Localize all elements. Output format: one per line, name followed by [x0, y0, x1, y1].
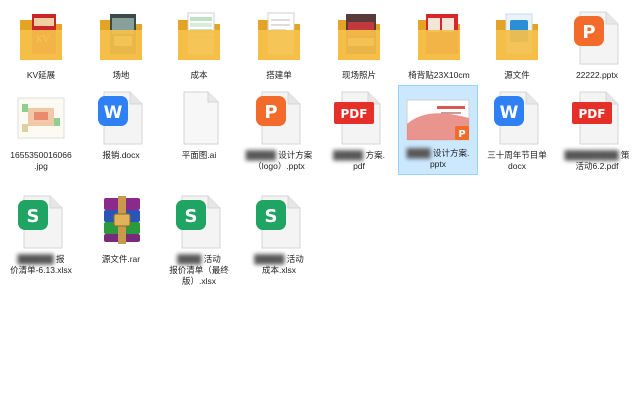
file-label: 现场照片 [341, 70, 376, 80]
svg-text:S: S [185, 206, 198, 227]
file-item-22222-pptx[interactable]: P 22222.pptx [558, 8, 636, 81]
wps-writer-icon: W [490, 88, 544, 148]
folder-icon [94, 8, 148, 68]
file-label: 椅背贴23X10cm [408, 70, 470, 80]
file-item-source-folder[interactable]: 源文件 [478, 8, 556, 81]
file-item-jpg[interactable]: 1655350016066 .jpg [2, 88, 80, 172]
wps-spreadsheet-icon: S [252, 192, 306, 252]
file-label: █████ 方案. pdf [333, 150, 385, 171]
file-item-activity-pdf[interactable]: PDF █████████ 策 活动6.2.pdf [558, 88, 636, 172]
file-label: ████ 设计方案. pptx [406, 148, 470, 169]
svg-text:P: P [458, 129, 465, 140]
file-label: 报销.docx [102, 150, 140, 160]
file-item-venue-folder[interactable]: 场地 [82, 8, 160, 81]
obscured-text: ████ [177, 254, 202, 264]
file-item-quote-xlsx[interactable]: S ██████ 报 价清单-6.13.xlsx [2, 192, 80, 276]
file-label: 22222.pptx [575, 70, 619, 80]
file-label: █████████ 策 活动6.2.pdf [564, 150, 630, 171]
file-item-logo-pptx[interactable]: P █████ 设计方案 （logo）.pptx [240, 88, 318, 172]
file-item-final-quote-xlsx[interactable]: S ████ 活动 报价清单（最终 版）.xlsx [160, 192, 238, 287]
folder-icon [490, 8, 544, 68]
obscured-text: █████ [333, 150, 364, 160]
pdf-icon: PDF [570, 88, 624, 148]
file-label: 源文件.rar [101, 254, 141, 264]
file-label: ██████ 报 价清单-6.13.xlsx [10, 254, 72, 275]
presentation-thumbnail-icon: P [403, 86, 473, 146]
file-label: KV延展 [26, 70, 56, 80]
wps-spreadsheet-icon: S [172, 192, 226, 252]
file-label: 三十周年节目单 docx [487, 150, 547, 171]
obscured-text: █████ [254, 254, 285, 264]
blank-document-icon [172, 88, 226, 148]
svg-text:PDF: PDF [579, 107, 606, 121]
file-label: █████ 设计方案 （logo）.pptx [245, 150, 313, 171]
folder-icon [332, 8, 386, 68]
winrar-archive-icon [94, 192, 148, 252]
file-label: 场地 [112, 70, 130, 80]
folder-icon [412, 8, 466, 68]
file-label: ████ 活动 报价清单（最终 版）.xlsx [169, 254, 229, 286]
file-item-build-folder[interactable]: 搭建单 [240, 8, 318, 81]
file-item-cost-folder[interactable]: 成本 [160, 8, 238, 81]
file-item-cost-xlsx[interactable]: S █████ 活动 成本.xlsx [240, 192, 318, 276]
file-item-design-pptx[interactable]: P ████ 设计方案. pptx [398, 85, 478, 175]
file-label: 搭建单 [266, 70, 292, 80]
wps-writer-icon: W [94, 88, 148, 148]
file-item-kv-folder[interactable]: KV KV延展 [2, 8, 80, 81]
file-label: 源文件 [504, 70, 530, 80]
file-label: 平面图.ai [181, 150, 217, 160]
wps-spreadsheet-icon: S [14, 192, 68, 252]
svg-text:PDF: PDF [341, 107, 368, 121]
file-label: 成本 [190, 70, 208, 80]
obscured-text: ████ [406, 148, 431, 158]
obscured-text: █████ [245, 150, 276, 160]
svg-text:S: S [265, 206, 278, 227]
file-item-chair-folder[interactable]: 椅背贴23X10cm [400, 8, 478, 81]
svg-text:P: P [264, 102, 277, 123]
wps-presentation-icon: P [252, 88, 306, 148]
pdf-icon: PDF [332, 88, 386, 148]
file-label: 1655350016066 .jpg [10, 150, 72, 171]
file-label: █████ 活动 成本.xlsx [254, 254, 304, 275]
obscured-text: ██████ [17, 254, 54, 264]
file-grid: KV KV延展 场地 [0, 0, 640, 415]
svg-text:W: W [500, 103, 519, 123]
file-item-ai[interactable]: 平面图.ai [160, 88, 238, 161]
folder-icon [252, 8, 306, 68]
svg-text:W: W [104, 103, 123, 123]
file-item-fangan-pdf[interactable]: PDF █████ 方案. pdf [320, 88, 398, 172]
svg-text:S: S [27, 206, 40, 227]
file-item-baoxiao-docx[interactable]: W 报销.docx [82, 88, 160, 161]
file-item-photos-folder[interactable]: 现场照片 [320, 8, 398, 81]
folder-icon [172, 8, 226, 68]
folder-icon: KV [14, 8, 68, 68]
file-item-source-rar[interactable]: 源文件.rar [82, 192, 160, 265]
image-thumbnail-icon [14, 88, 68, 148]
obscured-text: █████████ [564, 150, 619, 160]
svg-text:P: P [582, 22, 595, 43]
wps-presentation-icon: P [570, 8, 624, 68]
file-item-program-docx[interactable]: W 三十周年节目单 docx [478, 88, 556, 172]
